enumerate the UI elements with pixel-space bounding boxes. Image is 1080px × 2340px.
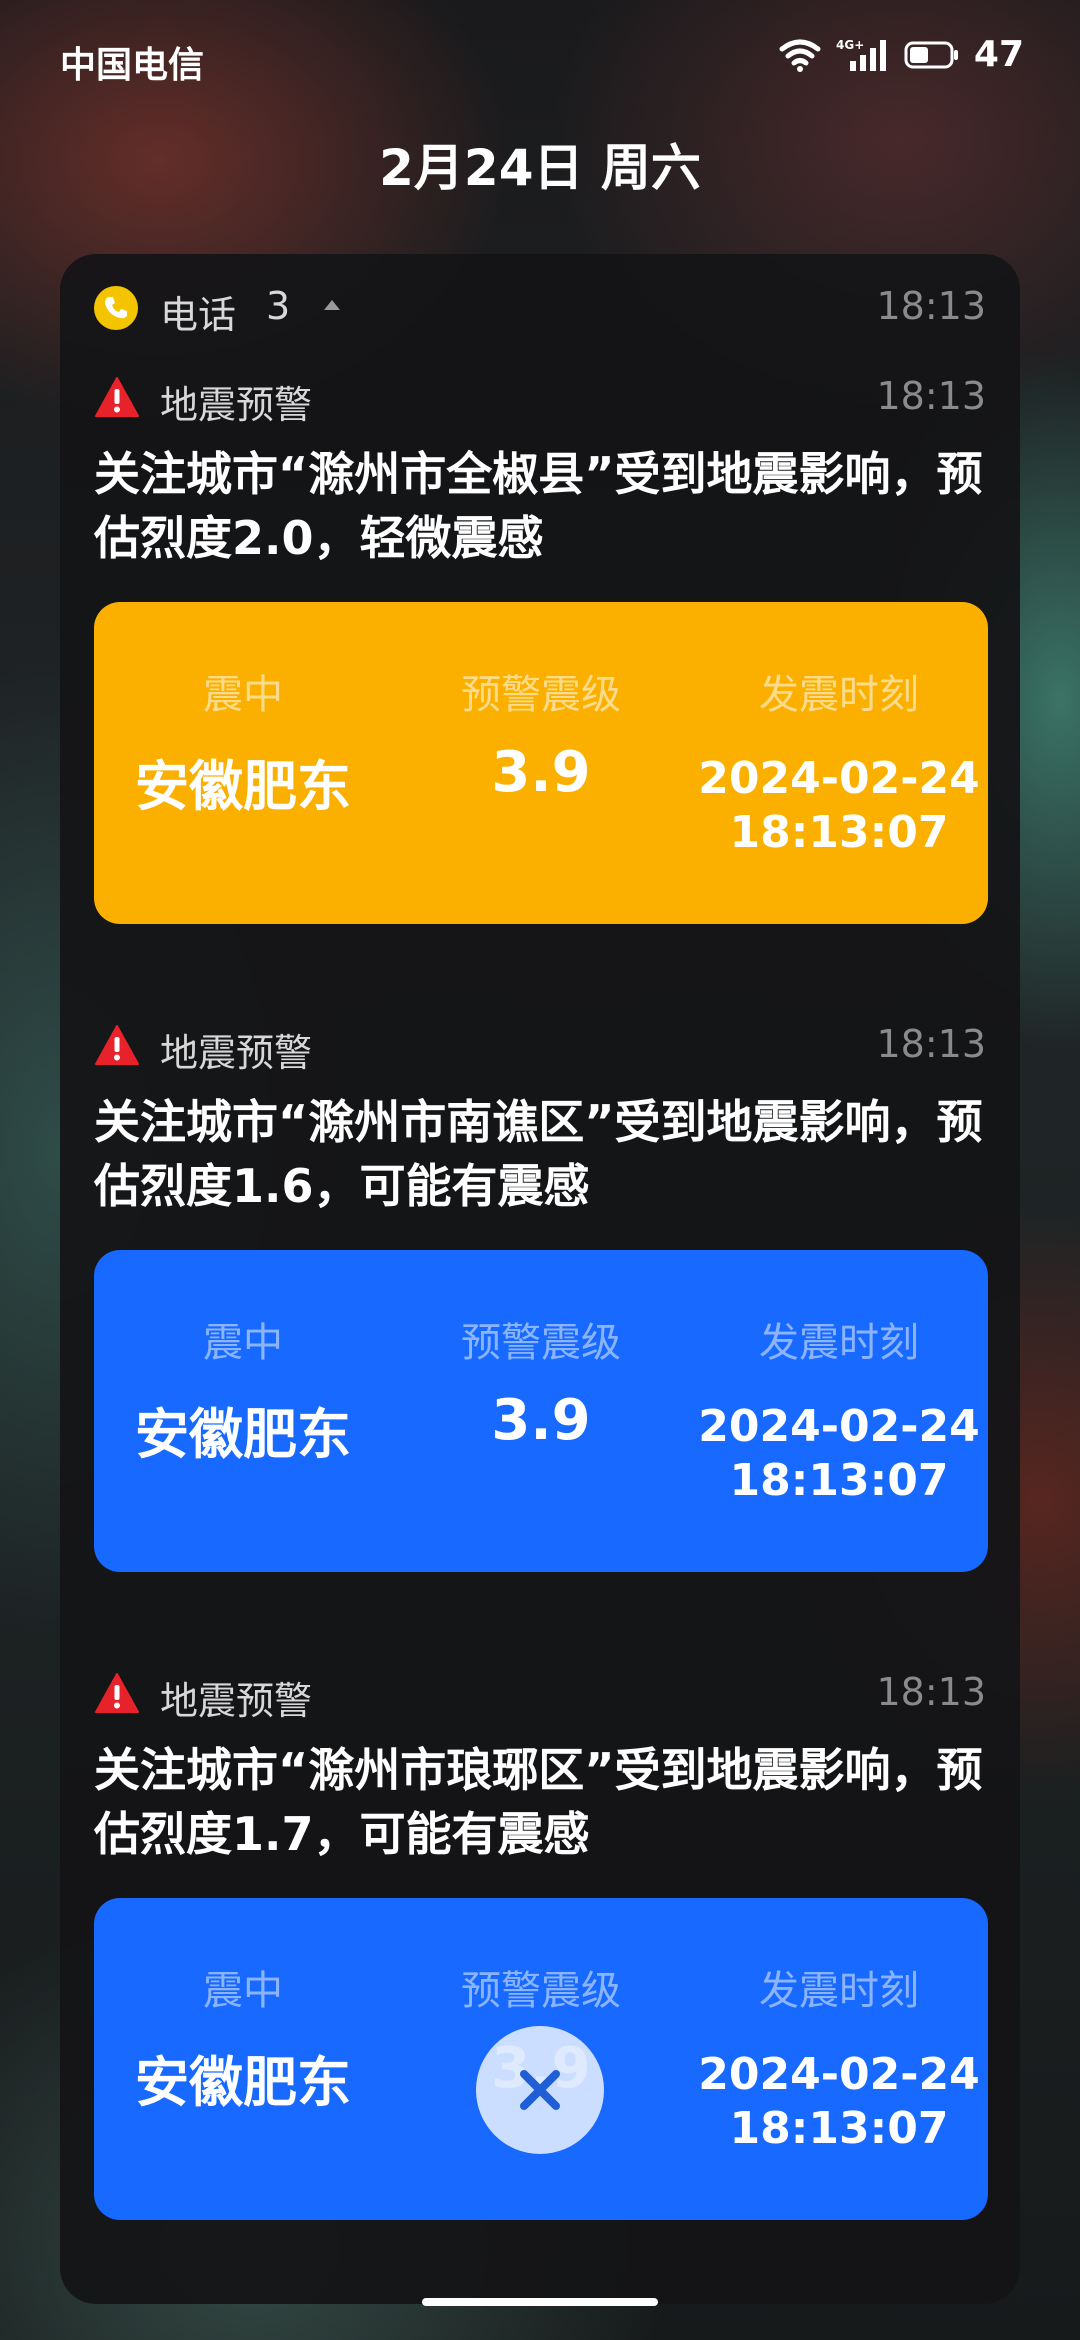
notification-message: 关注城市“滁州市琅琊区”受到地震影响，预估烈度1.7，可能有震感 [94, 1743, 983, 1861]
magnitude-label: 预警震级 [461, 1320, 621, 1366]
quake-time-label: 发震时刻 [759, 672, 919, 718]
quake-time-label: 发震时刻 [759, 1968, 919, 2014]
wifi-icon [779, 39, 821, 72]
collapse-arrow-icon[interactable] [322, 296, 342, 312]
epicenter-label: 震中 [203, 1320, 283, 1366]
magnitude-value: 3.9 [491, 740, 591, 805]
notification-header: 地震预警 18:13 [60, 364, 1020, 434]
quake-datetime: 2024-02-24 18:13:07 [690, 1400, 988, 1508]
cellular-signal-icon: 4G+ [836, 38, 886, 71]
group-header[interactable]: 电话 3 18:13 [60, 254, 1020, 364]
notification-app-name: 地震预警 [160, 383, 313, 427]
lockscreen-date: 2月24日 周六 [379, 139, 701, 197]
notification-time: 18:13 [876, 1022, 986, 1066]
warning-triangle-icon [95, 1673, 139, 1713]
phone-icon [94, 286, 138, 330]
quake-time: 18:13:07 [729, 2103, 949, 2154]
home-indicator[interactable] [422, 2298, 658, 2306]
epicenter-value: 安徽肥东 [135, 755, 351, 818]
notification-header: 地震预警 18:13 [60, 1012, 1020, 1082]
magnitude-label: 预警震级 [461, 1968, 621, 2014]
battery-icon [904, 41, 958, 68]
quake-date: 2024-02-24 [698, 753, 980, 804]
magnitude-value: 3.9 [491, 1388, 591, 1453]
group-count: 3 [266, 284, 291, 328]
warning-triangle-icon [95, 377, 139, 417]
quake-info-card[interactable]: 震中 安徽肥东 预警震级 3.9 发震时刻 2024-02-24 18:13:0… [94, 602, 988, 924]
quake-info-card[interactable]: 震中 安徽肥东 预警震级 3.9 发震时刻 2024-02-24 18:13:0… [94, 1250, 988, 1572]
status-bar: 中国电信 4G+ 47 [0, 0, 1080, 120]
clear-notifications-button[interactable] [476, 2026, 604, 2154]
notification-app-name: 地震预警 [160, 1031, 313, 1075]
quake-time: 18:13:07 [729, 1455, 949, 1506]
notification-app-name: 地震预警 [160, 1679, 313, 1723]
network-type-label: 4G+ [836, 38, 864, 52]
quake-date: 2024-02-24 [698, 2049, 980, 2100]
notification-time: 18:13 [876, 374, 986, 418]
close-icon [520, 2070, 560, 2110]
carrier-name: 中国电信 [60, 45, 205, 86]
notification-time: 18:13 [876, 1670, 986, 1714]
epicenter-value: 安徽肥东 [135, 2051, 351, 2114]
epicenter-label: 震中 [203, 1968, 283, 2014]
quake-time: 18:13:07 [729, 807, 949, 858]
quake-date: 2024-02-24 [698, 1401, 980, 1452]
quake-time-label: 发震时刻 [759, 1320, 919, 1366]
quake-datetime: 2024-02-24 18:13:07 [690, 752, 988, 860]
epicenter-label: 震中 [203, 672, 283, 718]
notification-message: 关注城市“滁州市全椒县”受到地震影响，预估烈度2.0，轻微震感 [94, 447, 983, 565]
status-icons: 4G+ 47 [778, 34, 1024, 75]
quake-datetime: 2024-02-24 18:13:07 [690, 2048, 988, 2156]
notification-group[interactable]: 电话 3 18:13 地震预警 18:13 关注城市“滁州市全椒县”受到地震影响… [60, 254, 1020, 2304]
magnitude-label: 预警震级 [461, 672, 621, 718]
notification-message: 关注城市“滁州市南谯区”受到地震影响，预估烈度1.6，可能有震感 [94, 1095, 983, 1213]
group-time: 18:13 [876, 284, 986, 328]
group-app-name: 电话 [160, 293, 237, 337]
epicenter-value: 安徽肥东 [135, 1403, 351, 1466]
battery-level: 47 [973, 34, 1024, 75]
warning-triangle-icon [95, 1025, 139, 1065]
notification-header: 地震预警 18:13 [60, 1660, 1020, 1730]
